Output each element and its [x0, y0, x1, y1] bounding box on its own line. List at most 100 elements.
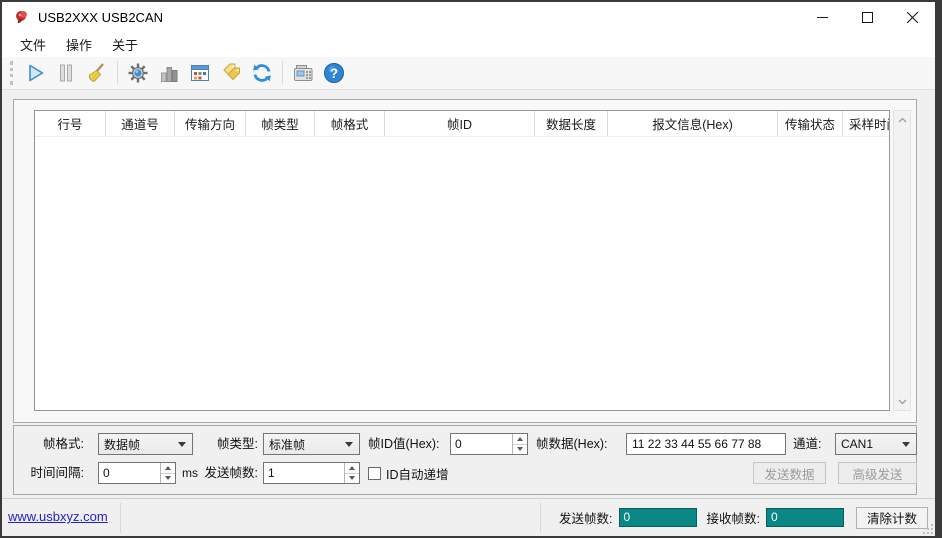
- id-auto-increment-checkbox[interactable]: ID自动递增: [368, 462, 449, 484]
- interval-spinbox[interactable]: [98, 462, 176, 484]
- column-header-frame-id[interactable]: 帧ID: [385, 111, 535, 136]
- frame-format-value: 数据帧: [99, 436, 178, 453]
- frame-list-panel: 行号 通道号 传输方向 帧类型 帧格式 帧ID 数据长度 报文信息(Hex) 传…: [13, 99, 917, 423]
- send-count-spinbox[interactable]: [263, 462, 360, 484]
- spin-down-button[interactable]: [345, 473, 359, 484]
- chevron-down-icon: [178, 442, 186, 447]
- channel-value: CAN1: [836, 437, 902, 451]
- start-button[interactable]: [21, 59, 49, 87]
- status-bar: www.usbxyz.com 发送帧数: 0 接收帧数: 0 清除计数: [2, 498, 935, 536]
- id-auto-increment-label: ID自动递增: [386, 464, 449, 483]
- column-header-frame-type[interactable]: 帧类型: [246, 111, 315, 136]
- svg-text:?: ?: [330, 66, 338, 81]
- frame-format-label: 帧格式:: [22, 433, 84, 455]
- toolbar-gripper: [10, 61, 13, 85]
- triangle-up-icon: [349, 466, 355, 470]
- interval-label: 时间间隔:: [18, 462, 84, 484]
- frame-id-input[interactable]: [451, 434, 512, 454]
- toolbar-separator: [282, 61, 283, 85]
- frame-table: 行号 通道号 传输方向 帧类型 帧格式 帧ID 数据长度 报文信息(Hex) 传…: [34, 110, 890, 411]
- checkbox-box[interactable]: [368, 467, 381, 480]
- sent-frames-counter: 0: [619, 508, 697, 527]
- minimize-button[interactable]: [800, 2, 845, 32]
- triangle-down-icon: [165, 476, 171, 480]
- spin-down-button[interactable]: [161, 473, 175, 484]
- vertical-scrollbar[interactable]: [893, 110, 911, 411]
- scroll-up-button[interactable]: [894, 111, 910, 128]
- toolbar: ?: [2, 57, 935, 90]
- help-button[interactable]: ?: [320, 59, 348, 87]
- column-header-sample-time[interactable]: 采样时间: [843, 111, 889, 136]
- pause-icon: [54, 61, 78, 85]
- statistics-button[interactable]: [155, 59, 183, 87]
- refresh-button[interactable]: [248, 59, 276, 87]
- send-list-button[interactable]: [186, 59, 214, 87]
- spin-up-button[interactable]: [513, 434, 527, 444]
- app-logo-icon: [14, 9, 30, 25]
- statistics-chart-icon: [157, 61, 181, 85]
- column-header-transfer-status[interactable]: 传输状态: [778, 111, 843, 136]
- menu-about[interactable]: 关于: [102, 32, 148, 57]
- maximize-button[interactable]: [845, 2, 890, 32]
- refresh-icon: [250, 61, 274, 85]
- statusbar-separator: [120, 503, 121, 533]
- app-window: USB2XXX USB2CAN 文件 操作 关于: [0, 0, 942, 538]
- resize-grip[interactable]: [922, 523, 934, 535]
- clear-count-button[interactable]: 清除计数: [856, 507, 928, 529]
- frame-type-value: 标准帧: [264, 436, 345, 453]
- menu-operation[interactable]: 操作: [56, 32, 102, 57]
- frame-format-select[interactable]: 数据帧: [98, 433, 193, 455]
- window-title: USB2XXX USB2CAN: [38, 10, 163, 25]
- statusbar-separator: [540, 503, 541, 533]
- spin-down-button[interactable]: [513, 444, 527, 455]
- menu-file[interactable]: 文件: [10, 32, 56, 57]
- channel-label: 通道:: [793, 433, 831, 455]
- frame-type-label: 帧类型:: [202, 433, 258, 455]
- settings-button[interactable]: [124, 59, 152, 87]
- help-icon: ?: [322, 61, 346, 85]
- frame-id-spinbox[interactable]: [450, 433, 528, 455]
- sent-frames-label: 发送帧数:: [559, 508, 612, 527]
- send-count-input[interactable]: [264, 463, 344, 483]
- frame-data-label: 帧数据(Hex):: [536, 433, 622, 455]
- send-control-panel: 帧格式: 数据帧 帧类型: 标准帧 帧ID值(Hex): 帧数据(Hex): 通…: [13, 425, 917, 495]
- chevron-up-icon: [898, 117, 907, 123]
- triangle-up-icon: [165, 466, 171, 470]
- scroll-down-button[interactable]: [894, 393, 910, 410]
- spin-up-button[interactable]: [161, 463, 175, 473]
- chevron-down-icon: [902, 442, 910, 447]
- table-header-row: 行号 通道号 传输方向 帧类型 帧格式 帧ID 数据长度 报文信息(Hex) 传…: [35, 111, 889, 137]
- interval-input[interactable]: [99, 463, 160, 483]
- column-header-data-length[interactable]: 数据长度: [535, 111, 608, 136]
- device-button[interactable]: [289, 59, 317, 87]
- received-frames-counter: 0: [766, 508, 844, 527]
- chevron-down-icon: [898, 399, 907, 405]
- website-link[interactable]: www.usbxyz.com: [8, 509, 108, 524]
- close-button[interactable]: [890, 2, 935, 32]
- channel-select[interactable]: CAN1: [835, 433, 917, 455]
- triangle-down-icon: [517, 447, 523, 451]
- triangle-down-icon: [349, 476, 355, 480]
- column-header-direction[interactable]: 传输方向: [175, 111, 246, 136]
- send-count-label: 发送帧数:: [200, 462, 258, 484]
- device-fax-icon: [291, 61, 315, 85]
- triangle-up-icon: [517, 437, 523, 441]
- clear-button[interactable]: [83, 59, 111, 87]
- send-data-button[interactable]: 发送数据: [753, 462, 826, 484]
- received-frames-label: 接收帧数:: [707, 508, 760, 527]
- column-header-frame-format[interactable]: 帧格式: [315, 111, 385, 136]
- filter-tags-button[interactable]: [217, 59, 245, 87]
- frame-data-input[interactable]: [626, 433, 786, 455]
- advanced-send-button[interactable]: 高级发送: [838, 462, 917, 484]
- column-header-message-hex[interactable]: 报文信息(Hex): [608, 111, 778, 136]
- pause-button[interactable]: [52, 59, 80, 87]
- chevron-down-icon: [345, 442, 353, 447]
- clear-broom-icon: [85, 61, 109, 85]
- column-header-channel[interactable]: 通道号: [106, 111, 175, 136]
- spin-up-button[interactable]: [345, 463, 359, 473]
- start-icon: [23, 61, 47, 85]
- frame-id-label: 帧ID值(Hex):: [368, 433, 450, 455]
- column-header-row-no[interactable]: 行号: [35, 111, 106, 136]
- toolbar-separator: [117, 61, 118, 85]
- frame-type-select[interactable]: 标准帧: [263, 433, 360, 455]
